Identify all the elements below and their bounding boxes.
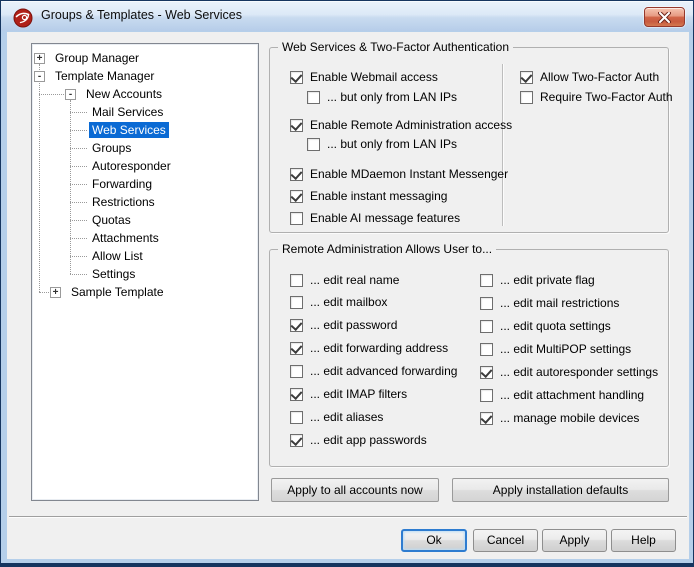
checkbox[interactable] xyxy=(290,434,303,447)
checkbox-row-edit-aliases[interactable]: ... edit aliases xyxy=(290,408,383,426)
column-divider xyxy=(502,64,504,226)
tree-item-restrictions[interactable]: Restrictions xyxy=(89,193,158,211)
apply-installation-defaults-button[interactable]: Apply installation defaults xyxy=(452,478,669,502)
checkbox[interactable] xyxy=(290,365,303,378)
groupbox-title: Web Services & Two-Factor Authentication xyxy=(278,40,513,54)
checkbox-row-edit-attachment-handling[interactable]: ... edit attachment handling xyxy=(480,386,644,404)
tree-guide-line xyxy=(39,64,40,292)
tree-item-web-services[interactable]: Web Services xyxy=(89,121,169,139)
tree-item-groups[interactable]: Groups xyxy=(89,139,134,157)
checkbox-row-require-two-factor-auth[interactable]: Require Two-Factor Auth xyxy=(520,88,673,106)
dialog-content: + Group Manager - Template Manager - New… xyxy=(7,32,689,559)
cancel-button[interactable]: Cancel xyxy=(473,529,538,552)
dialog-window: Groups & Templates - Web Services + Grou… xyxy=(0,0,694,567)
tree-item-quotas[interactable]: Quotas xyxy=(89,211,134,229)
checkbox[interactable] xyxy=(520,91,533,104)
checkbox-row-edit-advanced-forwarding[interactable]: ... edit advanced forwarding xyxy=(290,362,457,380)
checkbox-row-edit-real-name[interactable]: ... edit real name xyxy=(290,271,399,289)
checkbox[interactable] xyxy=(290,168,303,181)
checkbox-row-edit-mail-restrictions[interactable]: ... edit mail restrictions xyxy=(480,294,619,312)
web-services-groupbox: Web Services & Two-Factor Authentication… xyxy=(269,47,669,233)
checkbox-row-edit-multipop-settings[interactable]: ... edit MultiPOP settings xyxy=(480,340,631,358)
tree-item-mail-services[interactable]: Mail Services xyxy=(89,103,166,121)
checkbox[interactable] xyxy=(480,297,493,310)
title-bar[interactable]: Groups & Templates - Web Services xyxy=(1,1,693,31)
tree-item-attachments[interactable]: Attachments xyxy=(89,229,162,247)
checkbox[interactable] xyxy=(290,119,303,132)
checkbox-row-allow-two-factor-auth[interactable]: Allow Two-Factor Auth xyxy=(520,68,659,86)
checkbox-row-edit-imap-filters[interactable]: ... edit IMAP filters xyxy=(290,385,407,403)
checkbox[interactable] xyxy=(290,388,303,401)
tree-item-settings[interactable]: Settings xyxy=(89,265,138,283)
checkbox[interactable] xyxy=(307,138,320,151)
checkbox[interactable] xyxy=(480,274,493,287)
checkbox-row-manage-mobile-devices[interactable]: ... manage mobile devices xyxy=(480,409,639,427)
checkbox-row-edit-quota-settings[interactable]: ... edit quota settings xyxy=(480,317,611,335)
checkbox[interactable] xyxy=(290,296,303,309)
checkbox-row-edit-password[interactable]: ... edit password xyxy=(290,316,397,334)
checkbox-row-edit-autoresponder-settings[interactable]: ... edit autoresponder settings xyxy=(480,363,658,381)
apply-to-all-accounts-button[interactable]: Apply to all accounts now xyxy=(271,478,439,502)
checkbox[interactable] xyxy=(307,91,320,104)
checkbox[interactable] xyxy=(290,212,303,225)
collapse-minus-icon[interactable]: - xyxy=(65,89,76,100)
checkbox-row-enable-ai-message-features[interactable]: Enable AI message features xyxy=(290,209,460,227)
checkbox-row-edit-forwarding-address[interactable]: ... edit forwarding address xyxy=(290,339,448,357)
checkbox-row-enable-webmail-access[interactable]: Enable Webmail access xyxy=(290,68,438,86)
checkbox-row-enable-instant-messaging[interactable]: Enable instant messaging xyxy=(290,187,447,205)
checkbox-row-enable-remote-admin-access[interactable]: Enable Remote Administration access xyxy=(290,116,512,134)
checkbox[interactable] xyxy=(290,411,303,424)
mdaemon-app-icon xyxy=(13,8,33,28)
expand-plus-icon[interactable]: + xyxy=(50,287,61,298)
checkbox[interactable] xyxy=(290,274,303,287)
checkbox[interactable] xyxy=(480,320,493,333)
help-button[interactable]: Help xyxy=(611,529,676,552)
remote-admin-groupbox: Remote Administration Allows User to... … xyxy=(269,249,669,467)
checkbox[interactable] xyxy=(480,389,493,402)
checkbox[interactable] xyxy=(520,71,533,84)
tree-item-allow-list[interactable]: Allow List xyxy=(89,247,146,265)
tree-item-template-manager[interactable]: - Template Manager xyxy=(34,67,157,85)
checkbox[interactable] xyxy=(290,319,303,332)
checkbox-row-edit-private-flag[interactable]: ... edit private flag xyxy=(480,271,595,289)
close-button[interactable] xyxy=(644,7,685,27)
checkbox[interactable] xyxy=(290,342,303,355)
tree-item-forwarding[interactable]: Forwarding xyxy=(89,175,155,193)
checkbox[interactable] xyxy=(480,343,493,356)
groupbox-title: Remote Administration Allows User to... xyxy=(278,242,496,256)
checkbox-row-edit-mailbox[interactable]: ... edit mailbox xyxy=(290,293,387,311)
checkbox-row-edit-app-passwords[interactable]: ... edit app passwords xyxy=(290,431,427,449)
checkbox-row-webmail-lan-only[interactable]: ... but only from LAN IPs xyxy=(307,88,457,106)
checkbox[interactable] xyxy=(480,366,493,379)
checkbox[interactable] xyxy=(480,412,493,425)
checkbox[interactable] xyxy=(290,71,303,84)
navigation-tree[interactable]: + Group Manager - Template Manager - New… xyxy=(31,43,259,501)
expand-plus-icon[interactable]: + xyxy=(34,53,45,64)
tree-item-new-accounts[interactable]: - New Accounts xyxy=(65,85,165,103)
window-title: Groups & Templates - Web Services xyxy=(41,1,242,30)
tree-item-autoresponder[interactable]: Autoresponder xyxy=(89,157,174,175)
ok-button[interactable]: Ok xyxy=(401,529,467,552)
tree-item-group-manager[interactable]: + Group Manager xyxy=(34,49,142,67)
checkbox-row-enable-mdaemon-instant-messenger[interactable]: Enable MDaemon Instant Messenger xyxy=(290,165,508,183)
apply-button[interactable]: Apply xyxy=(542,529,607,552)
collapse-minus-icon[interactable]: - xyxy=(34,71,45,82)
checkbox[interactable] xyxy=(290,190,303,203)
footer-separator xyxy=(9,516,687,518)
checkbox-row-remote-admin-lan-only[interactable]: ... but only from LAN IPs xyxy=(307,135,457,153)
tree-guide-line xyxy=(70,100,71,274)
tree-item-sample-template[interactable]: + Sample Template xyxy=(50,283,167,301)
close-x-icon xyxy=(658,12,671,23)
